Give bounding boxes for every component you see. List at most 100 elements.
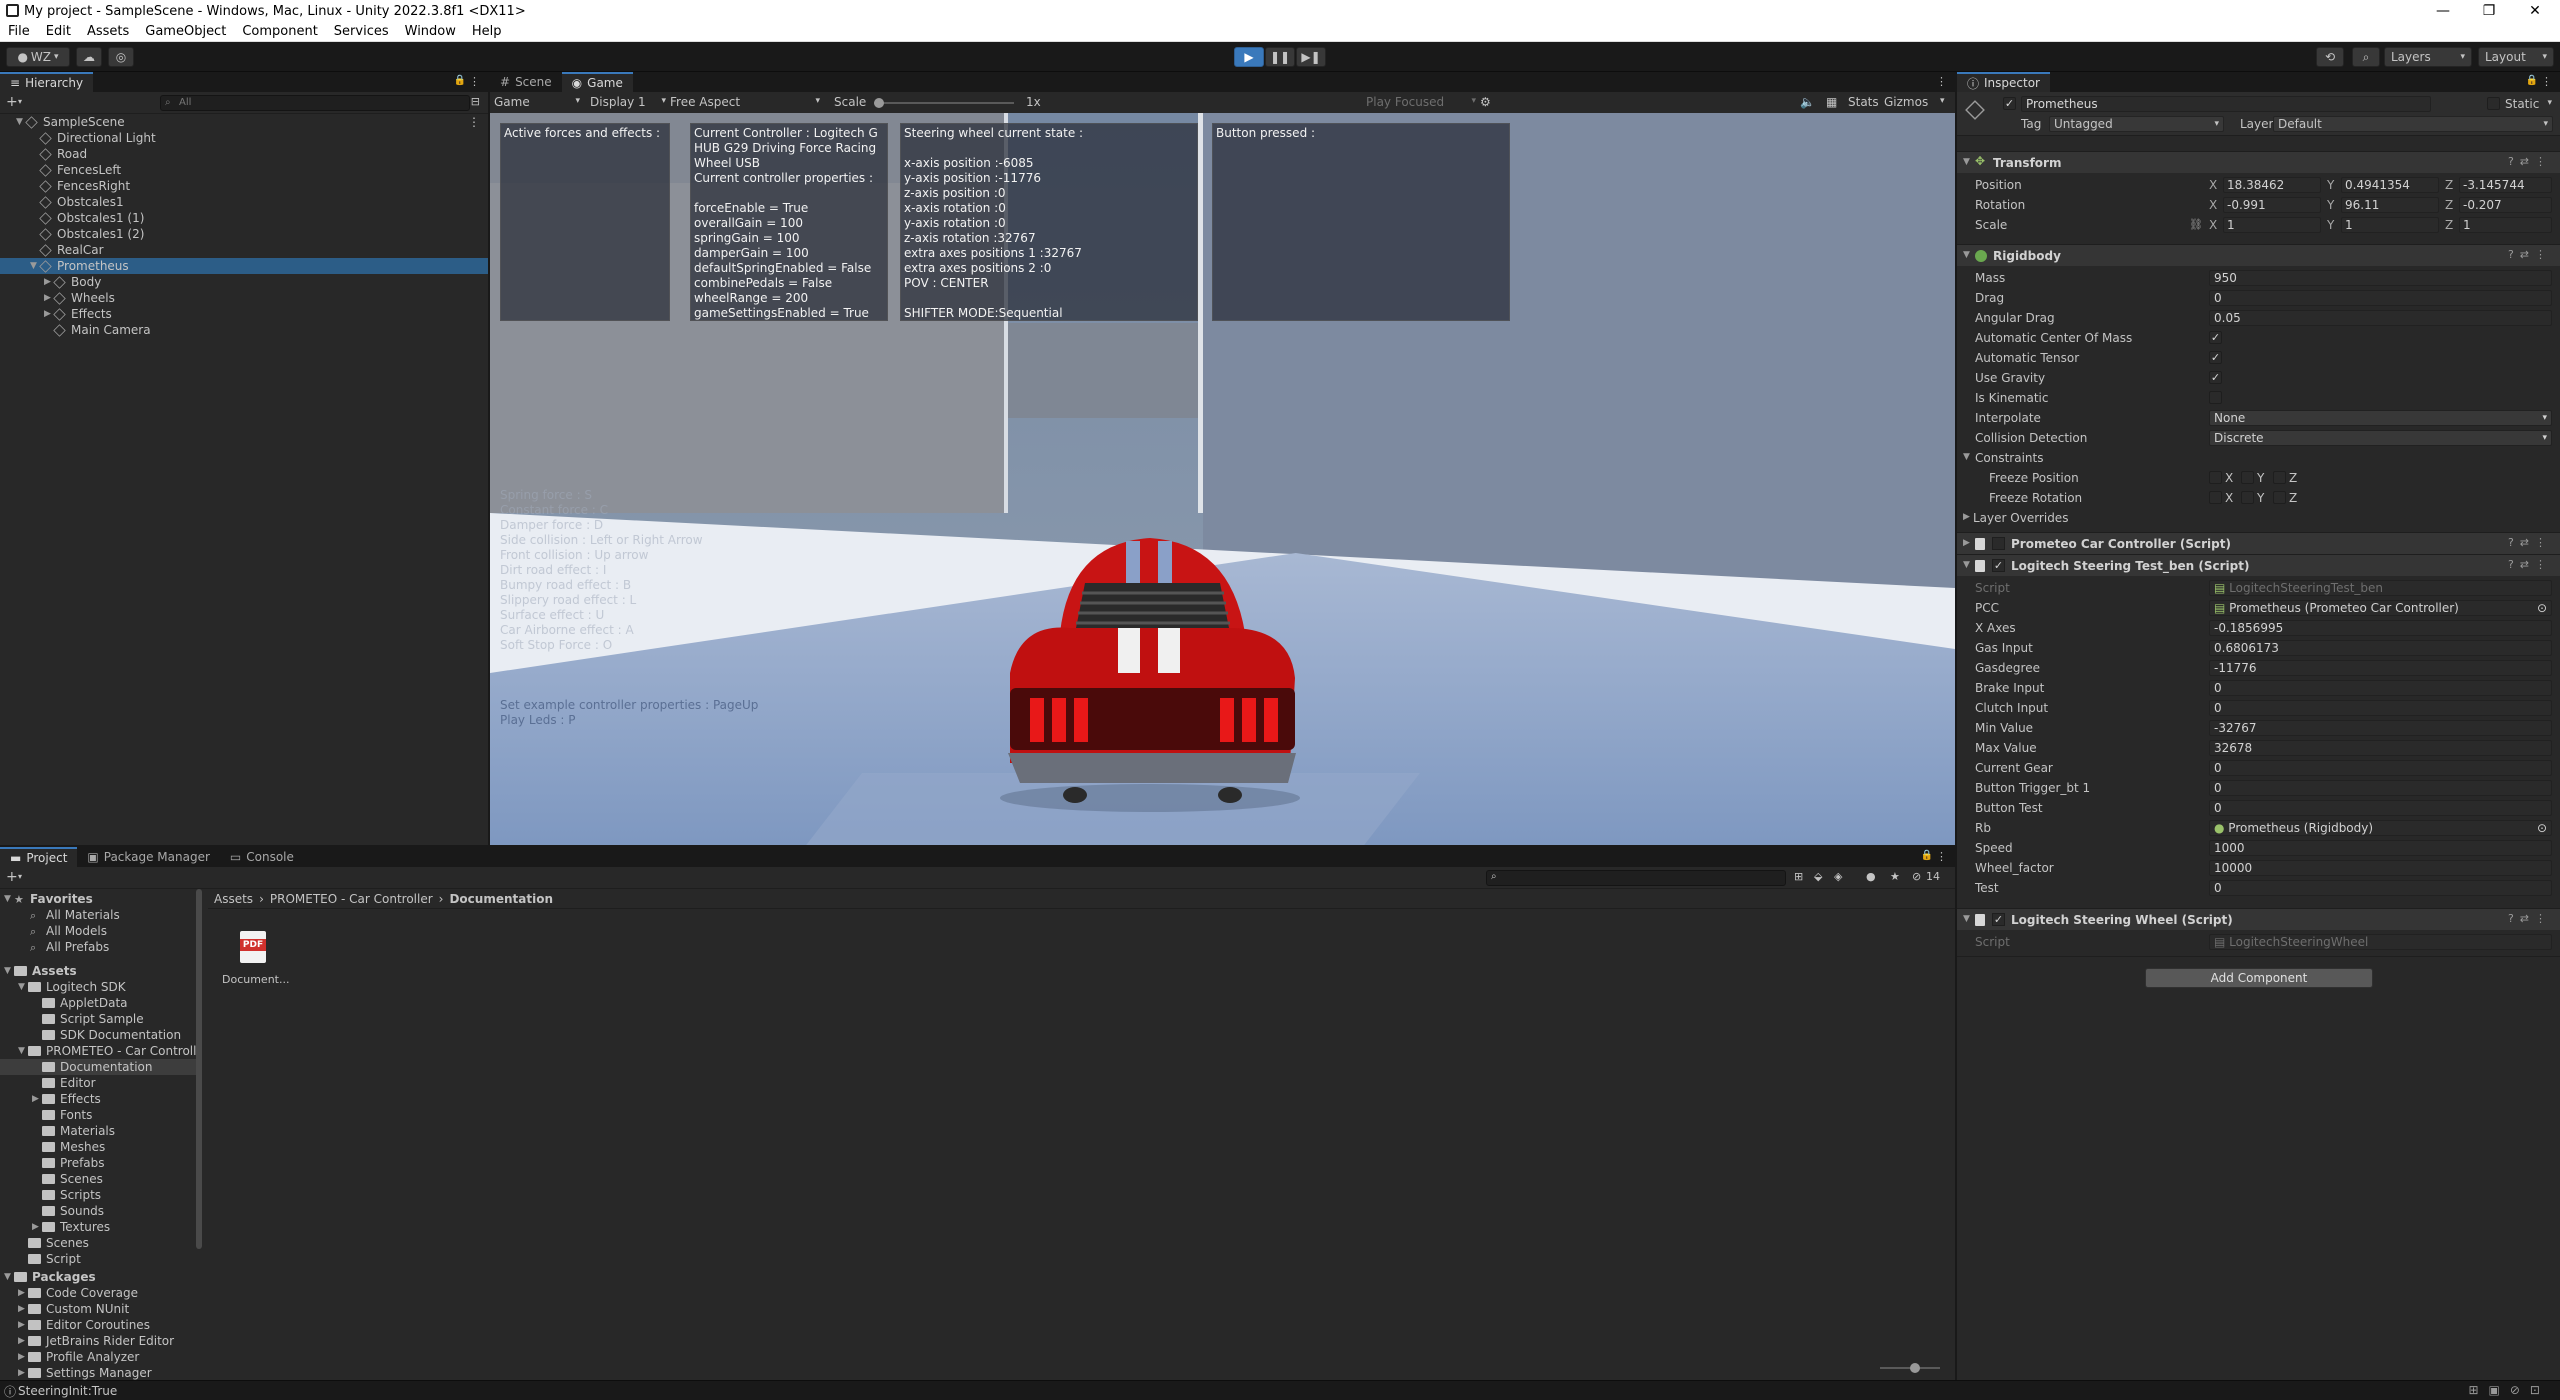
fold-arrow-icon[interactable]: ▼: [1963, 250, 1970, 260]
position-x-field[interactable]: X 18.38462: [2209, 177, 2321, 193]
steering-wheel-header[interactable]: ▼ ✓ Logitech Steering Wheel (Script) ?⇄⋮: [1957, 908, 2560, 930]
asset-folder[interactable]: Meshes: [0, 1139, 196, 1155]
angular-drag-field[interactable]: 0.05: [2209, 310, 2552, 326]
aspect-dropdown[interactable]: Free Aspect ▾: [670, 95, 820, 109]
icon-size-thumb[interactable]: [1910, 1363, 1920, 1373]
steering-field-value[interactable]: 0: [2209, 780, 2552, 796]
tab-project[interactable]: ▬ Project: [0, 847, 78, 867]
freeze-rot-y-checkbox[interactable]: [2241, 491, 2254, 504]
asset-folder[interactable]: ▶ Textures: [0, 1219, 196, 1235]
fold-arrow-icon[interactable]: ▶: [18, 1320, 28, 1330]
tab-hierarchy[interactable]: ≡ Hierarchy: [0, 72, 94, 92]
freeze-rot-x-checkbox[interactable]: [2209, 491, 2222, 504]
hierarchy-item[interactable]: FencesRight: [0, 178, 488, 194]
fold-arrow-icon[interactable]: ▼: [1963, 914, 1970, 924]
steering-field-value[interactable]: -32767: [2209, 720, 2552, 736]
menu-gameobject[interactable]: GameObject: [137, 24, 234, 39]
steering-field-value[interactable]: -0.1856995: [2209, 620, 2552, 636]
steering-field-value[interactable]: 0: [2209, 800, 2552, 816]
menu-edit[interactable]: Edit: [38, 24, 79, 39]
active-checkbox[interactable]: ✓: [2003, 97, 2016, 110]
breadcrumb-item-current[interactable]: Documentation: [449, 892, 553, 906]
hierarchy-item[interactable]: ▶ Effects: [0, 306, 488, 322]
tab-game[interactable]: ◉ Game: [561, 72, 633, 92]
rotation-z-field[interactable]: Z -0.207: [2445, 197, 2552, 213]
scale-x-field[interactable]: X1: [2209, 217, 2321, 233]
hierarchy-item[interactable]: FencesLeft: [0, 162, 488, 178]
hidden-packages-icon[interactable]: ⊘: [1912, 870, 1921, 883]
collab-button[interactable]: ◎: [108, 47, 134, 67]
steering-field-value[interactable]: 32678: [2209, 740, 2552, 756]
more-options-icon[interactable]: ⋮: [469, 75, 480, 88]
steering-test-header[interactable]: ▼ ✓ Logitech Steering Test_ben (Script) …: [1957, 554, 2560, 576]
game-viewport[interactable]: Active forces and effects : Current Cont…: [490, 113, 1955, 845]
freeze-pos-z-checkbox[interactable]: [2273, 471, 2286, 484]
hierarchy-item[interactable]: Obstcales1 (2): [0, 226, 488, 242]
scene-visibility-icon[interactable]: ⊟: [471, 95, 480, 108]
more-options-icon[interactable]: ⋮: [1936, 850, 1947, 863]
minimize-button[interactable]: —: [2420, 0, 2466, 22]
fold-arrow-icon[interactable]: ▶: [32, 1094, 42, 1104]
constraints-row[interactable]: ▼ Constraints: [1957, 448, 2560, 468]
lock-icon[interactable]: 🔒: [454, 75, 466, 86]
use-gravity-checkbox[interactable]: ✓: [2209, 371, 2222, 384]
display-dropdown[interactable]: Display 1 ▾: [590, 95, 666, 109]
tree-scrollbar[interactable]: [196, 889, 202, 1249]
package-folder[interactable]: ▶ Code Coverage: [0, 1285, 138, 1301]
hierarchy-item[interactable]: RealCar: [0, 242, 488, 258]
favorite-item[interactable]: ⌕ All Models: [30, 923, 107, 939]
progress-icons[interactable]: ⊞▣⊘⊡: [2468, 1383, 2550, 1397]
asset-folder[interactable]: Scripts: [0, 1187, 196, 1203]
favorite-item[interactable]: ⌕ All Prefabs: [30, 939, 109, 955]
layer-dropdown[interactable]: Default ▾: [2273, 116, 2553, 132]
component-menu-icons[interactable]: ?⇄⋮: [2508, 536, 2552, 549]
more-options-icon[interactable]: ⋮: [1936, 75, 1947, 88]
fold-arrow-icon[interactable]: ▼: [18, 1046, 28, 1056]
fold-arrow-icon[interactable]: ▶: [18, 1352, 28, 1362]
search-button[interactable]: ⌕: [2352, 47, 2380, 67]
freeze-rot-z-checkbox[interactable]: [2273, 491, 2286, 504]
package-folder[interactable]: ▶ Editor Coroutines: [0, 1317, 150, 1333]
car-controller-enabled-checkbox[interactable]: [1992, 537, 2005, 550]
static-checkbox[interactable]: [2487, 97, 2500, 110]
favorites-header[interactable]: ▼ ★ Favorites: [4, 891, 93, 907]
layout-grid-icon[interactable]: ▦: [1826, 95, 1837, 109]
assets-header[interactable]: ▼ Assets: [4, 963, 77, 979]
steering-field-value[interactable]: 0: [2209, 880, 2552, 896]
hierarchy-item[interactable]: ▼ Prometheus: [0, 258, 488, 274]
freeze-pos-y-checkbox[interactable]: [2241, 471, 2254, 484]
fold-arrow-icon[interactable]: ▼: [1963, 560, 1970, 570]
steering-field-value[interactable]: 0: [2209, 760, 2552, 776]
steering-field-value[interactable]: -11776: [2209, 660, 2552, 676]
rotation-y-field[interactable]: Y 96.11: [2327, 197, 2439, 213]
tag-dropdown[interactable]: Untagged ▾: [2049, 116, 2224, 132]
asset-folder[interactable]: Script: [0, 1251, 196, 1267]
package-folder[interactable]: ▶ Profile Analyzer: [0, 1349, 139, 1365]
asset-folder[interactable]: Editor: [0, 1075, 196, 1091]
hierarchy-item[interactable]: ▶ Body: [0, 274, 488, 290]
stats-button[interactable]: Stats: [1848, 95, 1879, 109]
fold-arrow-icon[interactable]: ▶: [1963, 538, 1970, 548]
fold-arrow-icon[interactable]: ▶: [32, 1222, 42, 1232]
hierarchy-item[interactable]: Road: [0, 146, 488, 162]
asset-folder[interactable]: Sounds: [0, 1203, 196, 1219]
favorite-star-icon[interactable]: ★: [1890, 870, 1900, 883]
steering-field-value[interactable]: ● Prometheus (Rigidbody) ⊙: [2209, 820, 2552, 836]
position-z-field[interactable]: Z -3.145744: [2445, 177, 2552, 193]
breadcrumb-item[interactable]: Assets: [214, 892, 253, 906]
scale-z-field[interactable]: Z1: [2445, 217, 2552, 233]
add-icon[interactable]: +: [6, 869, 18, 885]
packages-header[interactable]: ▼ Packages: [4, 1269, 96, 1285]
hierarchy-item[interactable]: ▶ Wheels: [0, 290, 488, 306]
add-icon[interactable]: +: [6, 94, 18, 110]
fold-arrow-icon[interactable]: ▶: [18, 1288, 28, 1298]
menu-file[interactable]: File: [0, 24, 38, 39]
asset-folder[interactable]: ▼ Logitech SDK: [0, 979, 196, 995]
steering-field-value[interactable]: 0: [2209, 700, 2552, 716]
asset-folder[interactable]: Scenes: [0, 1171, 196, 1187]
more-options-icon[interactable]: ⋮: [2541, 75, 2552, 88]
history-button[interactable]: ⟲: [2316, 47, 2344, 67]
freeze-pos-x-checkbox[interactable]: [2209, 471, 2222, 484]
interpolate-dropdown[interactable]: None ▾: [2209, 410, 2552, 426]
icon-size-slider[interactable]: [1880, 1363, 1940, 1373]
